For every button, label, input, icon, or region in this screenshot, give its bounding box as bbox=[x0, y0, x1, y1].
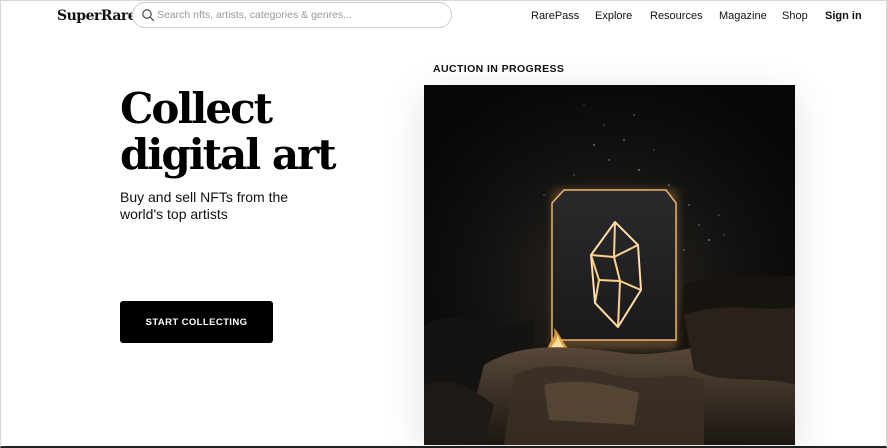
nav-magazine[interactable]: Magazine bbox=[719, 10, 767, 22]
headline-line-1: Collect bbox=[120, 84, 273, 133]
nav-shop[interactable]: Shop bbox=[782, 10, 808, 22]
auction-status-label: AUCTION IN PROGRESS bbox=[433, 63, 565, 75]
search-input[interactable] bbox=[157, 7, 442, 23]
sign-in-link[interactable]: Sign in bbox=[825, 10, 862, 22]
hero-subtitle: Buy and sell NFTs from the world's top a… bbox=[120, 189, 289, 222]
start-collecting-button[interactable]: START COLLECTING bbox=[120, 301, 273, 343]
superrare-logo[interactable]: SuperRare bbox=[57, 8, 137, 24]
featured-artwork[interactable] bbox=[424, 85, 795, 445]
nav-resources[interactable]: Resources bbox=[650, 10, 703, 22]
nav-explore[interactable]: Explore bbox=[595, 10, 632, 22]
search-bar[interactable] bbox=[132, 2, 452, 28]
headline-line-2: digital art bbox=[120, 130, 337, 179]
hero-headline: Collect digital art bbox=[120, 86, 380, 178]
nav-rarepass[interactable]: RarePass bbox=[531, 10, 579, 22]
search-icon bbox=[142, 9, 155, 22]
glowing-crystal-frame-artwork bbox=[424, 85, 795, 445]
